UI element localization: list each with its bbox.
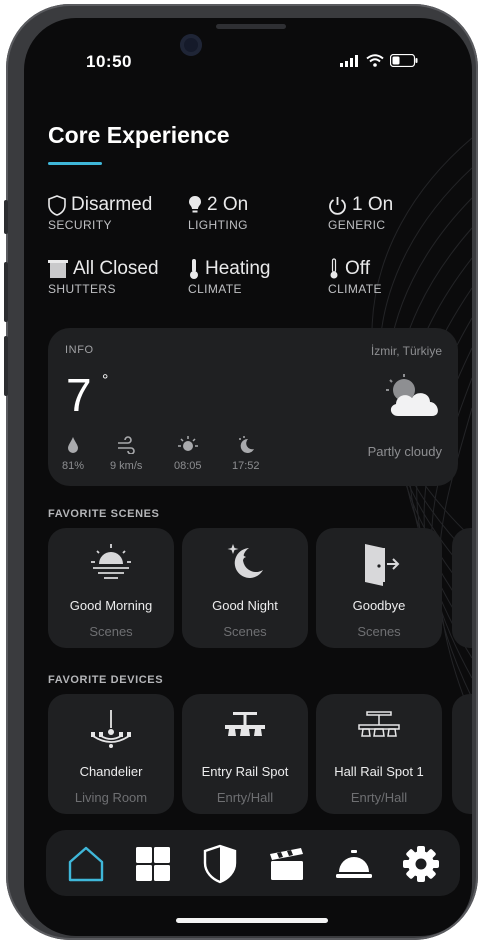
power-icon (329, 196, 346, 215)
scene-category: Scenes (357, 624, 401, 639)
home-indicator[interactable] (176, 918, 328, 923)
weather-degree-symbol: ° (102, 372, 109, 389)
device-name: Hall Rail Spot 1 (334, 764, 424, 779)
scene-category: Scenes (89, 624, 133, 639)
status-generic[interactable]: 1 On GENERIC (328, 194, 393, 232)
device-chandelier[interactable]: Chandelier Living Room (48, 694, 174, 814)
weather-info-card[interactable]: INFO İzmir, Türkiye 7 ° Partly cloudy 81… (48, 328, 458, 486)
status-climate-heating-value: Heating (205, 258, 271, 279)
partly-cloudy-icon (386, 374, 438, 416)
status-security-value: Disarmed (71, 194, 153, 215)
status-climate-heating-label: CLIMATE (188, 282, 242, 296)
weather-sunset: 17:52 (232, 436, 260, 472)
moon-stars-icon (227, 544, 263, 578)
home-icon (68, 846, 104, 882)
scene-tile-partial[interactable] (452, 528, 472, 648)
humidity-drop-icon (68, 437, 79, 453)
shutter-icon (48, 260, 68, 278)
status-lighting-label: LIGHTING (188, 218, 248, 232)
scene-good-night[interactable]: Good Night Scenes (182, 528, 308, 648)
status-shutters-value: All Closed (73, 258, 159, 279)
wifi-icon (366, 54, 384, 67)
grid-icon (136, 847, 170, 881)
scene-name: Good Morning (69, 598, 153, 613)
rail-spot-icon (358, 711, 400, 737)
favorite-scenes-heading: FAVORITE SCENES (48, 508, 160, 520)
scene-good-morning[interactable]: Good Morning Scenes (48, 528, 174, 648)
battery-icon (390, 54, 418, 67)
wind-icon (118, 436, 135, 454)
device-room: Living Room (74, 790, 148, 805)
weather-condition: Partly cloudy (367, 444, 442, 459)
weather-sunrise-value: 08:05 (174, 460, 202, 472)
chandelier-icon (91, 710, 131, 748)
weather-wind: 9 km/s (110, 436, 142, 472)
sunset-icon (238, 436, 254, 453)
side-button-action (4, 200, 8, 234)
status-icons (340, 54, 418, 67)
weather-humidity-value: 81% (62, 460, 85, 472)
device-room: Enrty/Hall (216, 790, 274, 805)
page-title: Core Experience (48, 122, 230, 148)
sunrise-icon (177, 436, 198, 451)
front-camera (180, 34, 202, 56)
thermometer-icon (190, 259, 198, 279)
nav-scenes[interactable] (267, 844, 307, 884)
nav-rooms[interactable] (133, 844, 173, 884)
status-generic-value: 1 On (352, 194, 394, 215)
device-tile-partial[interactable] (452, 694, 472, 814)
status-climate-off-label: CLIMATE (328, 282, 382, 296)
thermometer-icon (330, 258, 338, 279)
status-climate-off[interactable]: Off CLIMATE (328, 258, 382, 296)
sunrise-scene-icon (91, 544, 131, 579)
status-shutters-label: SHUTTERS (48, 282, 116, 296)
scene-name: Good Night (212, 598, 278, 613)
weather-temperature: 7 (66, 369, 92, 421)
status-climate-heating[interactable]: Heating CLIMATE (188, 258, 271, 296)
bottom-navigation (46, 830, 460, 896)
status-lighting-value: 2 On (207, 194, 249, 215)
nav-settings[interactable] (401, 844, 441, 884)
weather-sunrise: 08:05 (174, 436, 202, 472)
scene-name: Goodbye (352, 598, 406, 613)
screen: 10:50 Core Experience Disarmed SECURITY … (24, 18, 472, 936)
phone-frame: 10:50 Core Experience Disarmed SECURITY … (4, 4, 478, 940)
info-label: INFO (65, 344, 94, 356)
side-button-volume-down (4, 336, 8, 396)
shield-icon (48, 194, 66, 216)
device-name: Entry Rail Spot (201, 764, 289, 779)
clapperboard-icon (270, 848, 303, 880)
weather-humidity: 81% (62, 436, 84, 472)
status-lighting[interactable]: 2 On LIGHTING (188, 194, 248, 232)
status-security-label: SECURITY (48, 218, 112, 232)
signal-icon (340, 54, 358, 67)
speaker-grill (216, 24, 286, 29)
title-accent-underline (48, 162, 102, 165)
status-shutters[interactable]: All Closed SHUTTERS (48, 258, 159, 296)
nav-security[interactable] (200, 844, 240, 884)
status-climate-off-value: Off (345, 258, 370, 279)
weather-wind-value: 9 km/s (110, 460, 143, 472)
status-time: 10:50 (86, 52, 132, 71)
device-entry-rail-spot[interactable]: Entry Rail Spot Enrty/Hall (182, 694, 308, 814)
rail-spot-icon (225, 712, 265, 736)
weather-sunset-value: 17:52 (232, 460, 260, 472)
nav-home[interactable] (66, 844, 106, 884)
device-hall-rail-spot-1[interactable]: Hall Rail Spot 1 Enrty/Hall (316, 694, 442, 814)
favorite-devices-heading: FAVORITE DEVICES (48, 674, 164, 686)
service-bell-icon (336, 850, 372, 878)
side-button-volume-up (4, 262, 8, 322)
shield-icon (203, 844, 237, 884)
scene-category: Scenes (223, 624, 267, 639)
gear-icon (403, 846, 439, 882)
weather-location: İzmir, Türkiye (370, 344, 442, 358)
status-security[interactable]: Disarmed SECURITY (48, 194, 152, 232)
lightbulb-icon (189, 196, 201, 213)
device-name: Chandelier (79, 764, 143, 779)
status-generic-label: GENERIC (328, 218, 386, 232)
nav-services[interactable] (334, 844, 374, 884)
exit-door-icon (365, 544, 400, 586)
device-room: Enrty/Hall (350, 790, 408, 805)
scene-goodbye[interactable]: Goodbye Scenes (316, 528, 442, 648)
